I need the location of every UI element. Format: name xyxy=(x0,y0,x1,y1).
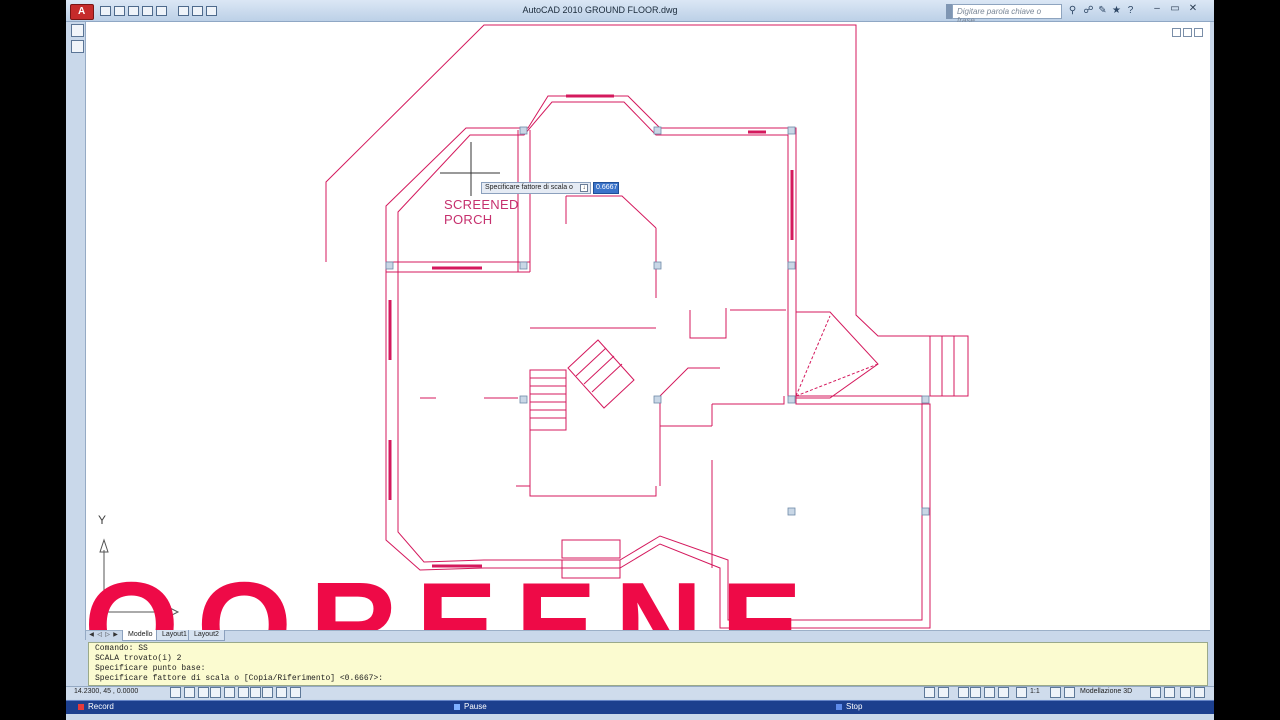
site-boundary xyxy=(325,24,969,396)
pause-icon xyxy=(454,704,460,710)
workspace-switcher[interactable]: Modellazione 3D xyxy=(1080,686,1132,697)
tab-layout2[interactable]: Layout2 xyxy=(188,630,225,641)
maximize-icon[interactable]: ▭ xyxy=(1168,3,1182,16)
dynamic-input-field[interactable]: 0.6667 xyxy=(593,182,619,194)
layout-tabs-bar xyxy=(86,630,1210,641)
command-line-row: Specificare punto base: xyxy=(95,664,206,673)
stop-label: Stop xyxy=(846,702,863,711)
toolbar-grip-icon[interactable] xyxy=(71,24,84,37)
app-button-label: A xyxy=(78,6,86,17)
command-line-row: SCALA trovato(i) 2 xyxy=(95,654,182,663)
object-snap-icon[interactable] xyxy=(224,687,235,698)
command-line-row: Comando: SS xyxy=(95,644,148,653)
pause-button[interactable]: Pause xyxy=(452,701,487,713)
pan-icon[interactable] xyxy=(958,687,969,698)
favorites-star-icon[interactable]: ★ xyxy=(1110,5,1123,17)
redo-icon[interactable] xyxy=(156,6,167,16)
window-title: AutoCAD 2010 GROUND FLOOR.dwg xyxy=(522,5,678,15)
minimize-icon[interactable]: – xyxy=(1150,3,1164,16)
3d-object-snap-icon[interactable] xyxy=(238,687,249,698)
model-space-icon[interactable] xyxy=(924,687,935,698)
tab-model[interactable]: Modello xyxy=(122,630,159,641)
large-text-content: OOREENE xyxy=(86,560,821,630)
steering-wheel-icon[interactable] xyxy=(984,687,995,698)
lock-icon[interactable] xyxy=(1150,687,1161,698)
inner-wall xyxy=(397,101,923,621)
left-toolbar xyxy=(66,22,86,640)
last-tab-arrow-icon[interactable]: ▶ xyxy=(112,631,119,639)
binoculars-icon[interactable]: ⚲ xyxy=(1066,5,1079,17)
snap-mode-icon[interactable] xyxy=(170,687,181,698)
next-tab-arrow-icon[interactable]: ▷ xyxy=(104,631,111,639)
help-icon[interactable]: ? xyxy=(1124,5,1137,17)
ortho-mode-icon[interactable] xyxy=(198,687,209,698)
large-text-object: OOREENE xyxy=(86,560,1210,630)
stop-button[interactable]: Stop xyxy=(834,701,862,713)
undo-icon[interactable] xyxy=(142,6,153,16)
floor-plan xyxy=(99,24,969,629)
outer-wall xyxy=(385,95,931,629)
pause-label: Pause xyxy=(464,702,487,711)
command-line-row: Specificare fattore di scala o [Copia/Ri… xyxy=(95,674,384,683)
stop-icon xyxy=(836,704,842,710)
grid-display-icon[interactable] xyxy=(184,687,195,698)
search-input[interactable]: Digitare parola chiave o frase xyxy=(952,4,1062,25)
application-menu-button[interactable]: A xyxy=(70,4,94,20)
quick-access-dropdown-icon[interactable] xyxy=(206,6,217,16)
plot-preview-icon[interactable] xyxy=(192,6,203,16)
dynamic-input-options-arrow[interactable]: ↓ xyxy=(580,184,588,192)
record-icon xyxy=(78,704,84,710)
record-button[interactable]: Record xyxy=(76,701,114,713)
dynamic-input-icon[interactable] xyxy=(276,687,287,698)
dynamic-ucs-icon[interactable] xyxy=(262,687,273,698)
ucs-y-axis-label: Y xyxy=(98,513,107,527)
prev-tab-arrow-icon[interactable]: ◁ xyxy=(96,631,103,639)
annotation-scale-icon[interactable] xyxy=(1016,687,1027,698)
screen-recorder-bar xyxy=(66,700,1214,714)
isolate-objects-icon[interactable] xyxy=(1180,687,1191,698)
communication-center-icon[interactable]: ☍ xyxy=(1082,5,1095,17)
lineweight-icon[interactable] xyxy=(290,687,301,698)
open-file-icon[interactable] xyxy=(114,6,125,16)
quick-view-layouts-icon[interactable] xyxy=(938,687,949,698)
plot-icon[interactable] xyxy=(178,6,189,16)
clean-screen-icon[interactable] xyxy=(1194,687,1205,698)
drawing-canvas[interactable]: Y SCREENED PORCH OOREENE Specificare fat… xyxy=(86,22,1210,630)
object-snap-tracking-icon[interactable] xyxy=(250,687,261,698)
room-label-screened-porch: SCREENED PORCH xyxy=(444,197,519,227)
save-icon[interactable] xyxy=(128,6,139,16)
new-file-icon[interactable] xyxy=(100,6,111,16)
showmotion-icon[interactable] xyxy=(998,687,1009,698)
first-tab-arrow-icon[interactable]: ◀ xyxy=(88,631,95,639)
record-label: Record xyxy=(88,702,114,711)
coordinate-readout[interactable]: 14.2300, 45 , 0.0000 xyxy=(74,687,138,697)
close-icon[interactable]: ✕ xyxy=(1186,3,1200,16)
annotation-scale-value[interactable]: 1:1 xyxy=(1030,686,1040,697)
palette-toggle-icon[interactable] xyxy=(71,40,84,53)
command-line[interactable]: Comando: SS SCALA trovato(i) 2 Specifica… xyxy=(88,642,1208,686)
annotation-visibility-icon[interactable] xyxy=(1050,687,1061,698)
dynamic-input-prompt: Specificare fattore di scala o xyxy=(481,182,591,194)
polar-tracking-icon[interactable] xyxy=(210,687,221,698)
vertical-scrollbar[interactable] xyxy=(1210,22,1214,640)
auto-scale-icon[interactable] xyxy=(1064,687,1075,698)
zoom-icon[interactable] xyxy=(970,687,981,698)
tools-icon[interactable]: ✎ xyxy=(1096,5,1109,17)
hardware-acceleration-icon[interactable] xyxy=(1164,687,1175,698)
